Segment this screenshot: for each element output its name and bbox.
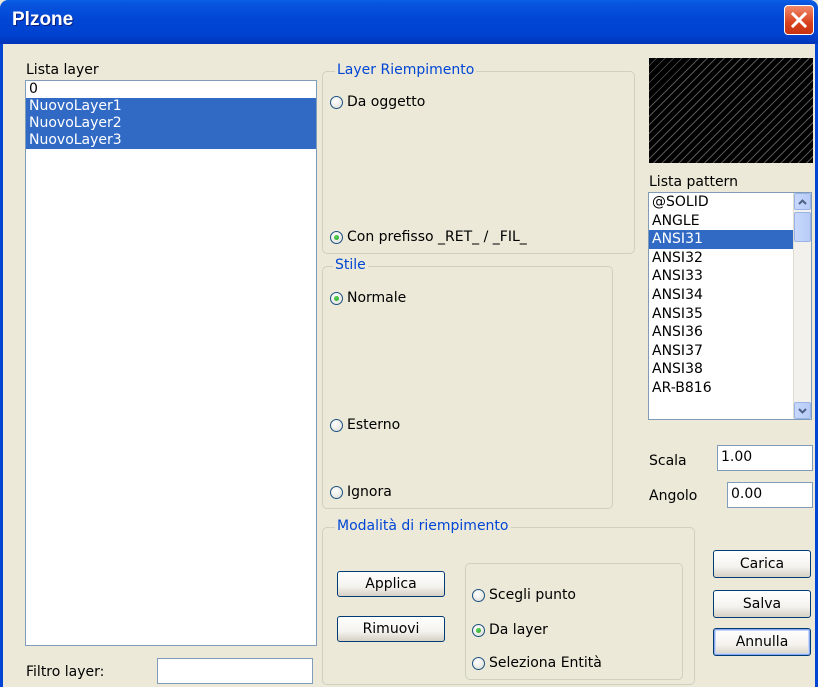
pattern-listbox[interactable]: @SOLID ANGLE ANSI31 ANSI32 ANSI33 ANSI34 ANSI3… (648, 192, 812, 420)
pattern-preview (649, 58, 813, 163)
radio-indicator (330, 95, 343, 109)
radio-label: Da oggetto (347, 94, 426, 110)
window-title: Plzone (12, 9, 74, 30)
radio-indicator (472, 588, 485, 602)
radio-indicator (472, 623, 485, 637)
angle-input[interactable]: 0.00 (727, 482, 813, 508)
radio-da-oggetto[interactable]: Da oggetto (330, 94, 425, 110)
apply-button[interactable]: Applica (337, 571, 445, 597)
layer-filter-label: Filtro layer: (26, 664, 105, 680)
radio-label: Esterno (347, 417, 401, 433)
scroll-up-button[interactable] (794, 193, 811, 210)
cancel-button[interactable]: Annulla (713, 628, 811, 656)
radio-label: Con prefisso _RET_ / _FIL_ (347, 229, 527, 245)
radio-da-layer[interactable]: Da layer (472, 622, 548, 638)
scroll-thumb[interactable] (794, 212, 811, 242)
radio-indicator (330, 291, 343, 305)
chevron-down-icon (798, 407, 807, 414)
layer-filter-input[interactable] (157, 658, 313, 684)
radio-label: Normale (347, 290, 407, 306)
radio-label: Seleziona Entità (489, 655, 602, 671)
chevron-up-icon (798, 198, 807, 205)
radio-scegli-punto[interactable]: Scegli punto (472, 587, 576, 603)
radio-label: Da layer (489, 622, 548, 638)
pattern-list-item[interactable]: ANSI38 (649, 360, 793, 379)
radio-indicator (330, 230, 343, 244)
remove-button[interactable]: Rimuovi (337, 616, 445, 642)
close-icon (790, 11, 808, 29)
layer-list-item[interactable]: 0 (26, 81, 316, 98)
layer-listbox[interactable]: 0 NuovoLayer1 NuovoLayer2 NuovoLayer3 (25, 80, 317, 646)
radio-indicator (330, 485, 343, 499)
radio-seleziona-entita[interactable]: Seleziona Entità (472, 655, 602, 671)
pattern-scrollbar[interactable] (793, 193, 811, 419)
load-button[interactable]: Carica (713, 550, 811, 578)
radio-normale[interactable]: Normale (330, 290, 406, 306)
pattern-list-item[interactable]: ANSI36 (649, 323, 793, 342)
pattern-list-label: Lista pattern (649, 174, 738, 190)
layer-list-item[interactable]: NuovoLayer3 (26, 132, 316, 149)
save-button[interactable]: Salva (713, 590, 811, 618)
scale-input[interactable]: 1.00 (717, 445, 813, 471)
layer-list-item[interactable]: NuovoLayer1 (26, 98, 316, 115)
radio-indicator (330, 418, 343, 432)
pattern-list-item[interactable]: ANSI34 (649, 286, 793, 305)
radio-label: Scegli punto (489, 587, 577, 603)
pattern-list-item[interactable]: ANGLE (649, 212, 793, 231)
pattern-list-item[interactable]: ANSI31 (649, 230, 793, 249)
radio-con-prefisso[interactable]: Con prefisso _RET_ / _FIL_ (330, 229, 527, 245)
pattern-list-item[interactable]: ANSI33 (649, 267, 793, 286)
angle-label: Angolo (649, 488, 698, 504)
radio-esterno[interactable]: Esterno (330, 417, 400, 433)
pattern-list-item[interactable]: @SOLID (649, 193, 793, 212)
style-title: Stile (333, 257, 368, 273)
pattern-list-item[interactable]: ANSI37 (649, 342, 793, 361)
radio-label: Ignora (347, 484, 392, 500)
title-bar: Plzone (0, 0, 818, 44)
scroll-down-button[interactable] (794, 402, 811, 419)
layer-fill-title: Layer Riempimento (335, 62, 477, 78)
scale-label: Scala (649, 453, 687, 469)
radio-ignora[interactable]: Ignora (330, 484, 392, 500)
radio-indicator (472, 656, 485, 670)
close-button[interactable] (784, 5, 814, 35)
pattern-list-item[interactable]: ANSI35 (649, 305, 793, 324)
pattern-list-item[interactable]: ANSI32 (649, 249, 793, 268)
layer-list-item[interactable]: NuovoLayer2 (26, 115, 316, 132)
layer-list-label: Lista layer (26, 62, 99, 78)
fill-mode-title: Modalità di riempimento (335, 518, 511, 534)
pattern-list-item[interactable]: AR-B816 (649, 379, 793, 398)
